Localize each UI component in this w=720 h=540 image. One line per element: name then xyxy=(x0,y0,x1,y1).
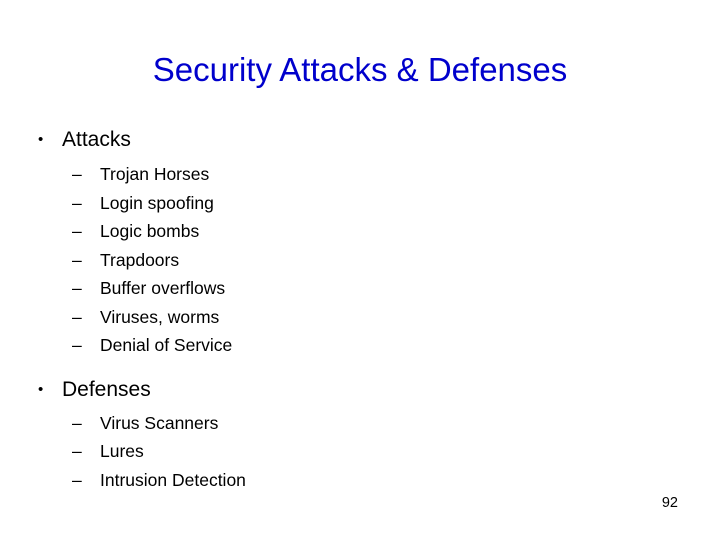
sublist-attacks: – Trojan Horses – Login spoofing – Logic… xyxy=(0,160,720,360)
list-item: – Login spoofing xyxy=(0,189,720,218)
list-item: – Denial of Service xyxy=(0,331,720,360)
list-item: – Trapdoors xyxy=(0,246,720,275)
list-item-label: Logic bombs xyxy=(100,221,200,241)
dash-icon: – xyxy=(72,192,82,213)
dash-icon: – xyxy=(72,441,82,461)
dash-icon: – xyxy=(72,164,82,184)
section-attacks: • Attacks – Trojan Horses – Login spoofi… xyxy=(0,126,720,360)
section-defenses: • Defenses – Virus Scanners – Lures – In… xyxy=(0,376,720,495)
page-title: Security Attacks & Defenses xyxy=(152,51,568,88)
list-item: – Virus Scanners xyxy=(0,409,720,438)
list-item: – Logic bombs xyxy=(0,217,720,246)
page-number: 92 xyxy=(661,495,678,511)
bullet-item-attacks: • Attacks xyxy=(0,126,720,154)
dash-icon: – xyxy=(72,412,82,433)
list-item-label: Viruses, worms xyxy=(100,306,220,327)
dash-icon: – xyxy=(72,306,82,327)
slide-body: • Attacks – Trojan Horses – Login spoofi… xyxy=(0,126,720,494)
bullet-dot-icon: • xyxy=(38,380,44,398)
bullet-item-label: Defenses xyxy=(62,377,151,401)
list-item-label: Trojan Horses xyxy=(100,164,210,184)
list-item: – Intrusion Detection xyxy=(0,466,720,495)
list-item: – Viruses, worms xyxy=(0,303,720,332)
list-item-label: Trapdoors xyxy=(100,249,180,270)
list-item: – Buffer overflows xyxy=(0,274,720,303)
list-item: – Trojan Horses xyxy=(0,160,720,189)
sublist-defenses: – Virus Scanners – Lures – Intrusion Det… xyxy=(0,409,720,495)
dash-icon: – xyxy=(72,249,82,270)
dash-icon: – xyxy=(72,278,82,298)
bullet-item-defenses: • Defenses xyxy=(0,376,720,404)
list-item-label: Denial of Service xyxy=(100,335,233,355)
list-item-label: Buffer overflows xyxy=(100,278,226,298)
list-item-label: Virus Scanners xyxy=(100,412,219,433)
list-item-label: Intrusion Detection xyxy=(100,469,246,490)
presentation-slide: Security Attacks & Defenses • Attacks – … xyxy=(0,0,720,540)
dash-icon: – xyxy=(72,221,82,241)
dash-icon: – xyxy=(72,469,82,490)
dash-icon: – xyxy=(72,335,82,355)
list-item-label: Login spoofing xyxy=(100,192,214,213)
bullet-dot-icon: • xyxy=(38,131,44,148)
bullet-item-label: Attacks xyxy=(62,128,131,151)
list-item-label: Lures xyxy=(100,441,144,461)
list-item: – Lures xyxy=(0,437,720,466)
